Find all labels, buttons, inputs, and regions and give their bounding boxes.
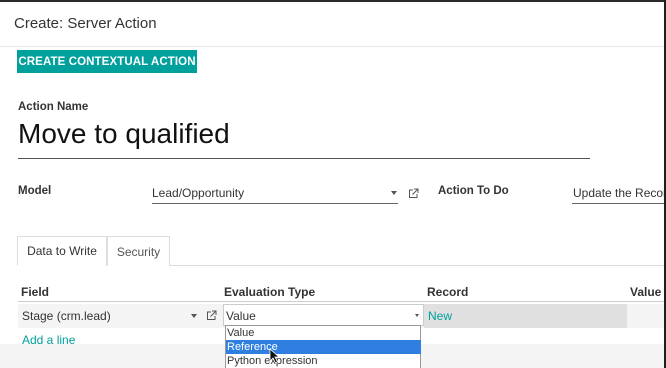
action-name-underline [18,158,590,159]
action-name-input[interactable]: Move to qualified [18,118,230,150]
external-link-icon[interactable] [206,310,217,321]
action-name-label: Action Name [18,101,89,113]
dialog-title: Create: Server Action [14,15,157,32]
record-cell[interactable] [424,304,627,328]
dropdown-option-value[interactable]: Value [226,326,421,340]
table-header-divider [18,301,664,302]
dialog-header: Create: Server Action [0,2,664,47]
mouse-cursor-icon [269,348,281,364]
chevron-down-icon[interactable] [391,191,397,195]
action-to-do-underline [572,203,664,204]
evaluation-type-dropdown: Value Reference Python expression [225,325,421,368]
server-action-dialog: Create: Server Action CREATE CONTEXTUAL … [0,2,664,368]
model-select[interactable]: Lead/Opportunity [152,186,244,200]
record-value[interactable]: New [428,309,452,323]
tab-data-to-write[interactable]: Data to Write [17,236,107,266]
chevron-down-icon[interactable] [191,314,197,318]
column-header-record[interactable]: Record [427,285,468,299]
dropdown-option-python-expression[interactable]: Python expression [226,354,421,368]
column-header-value[interactable]: Value [630,285,661,299]
model-underline [152,203,398,204]
dropdown-option-reference[interactable]: Reference [226,340,421,354]
evaluation-type-value: Value [226,309,256,323]
action-to-do-label: Action To Do [438,185,509,197]
field-select[interactable]: Stage (crm.lead) [22,309,111,323]
tab-security[interactable]: Security [107,236,170,266]
column-header-evaluation-type[interactable]: Evaluation Type [224,285,315,299]
action-to-do-select[interactable]: Update the Record [573,186,664,200]
add-a-line-link[interactable]: Add a line [22,333,75,347]
model-label: Model [18,185,52,197]
external-link-icon[interactable] [408,188,419,199]
create-contextual-action-button[interactable]: CREATE CONTEXTUAL ACTION [17,50,197,73]
chevron-down-icon[interactable] [415,314,419,317]
column-header-field[interactable]: Field [21,285,49,299]
